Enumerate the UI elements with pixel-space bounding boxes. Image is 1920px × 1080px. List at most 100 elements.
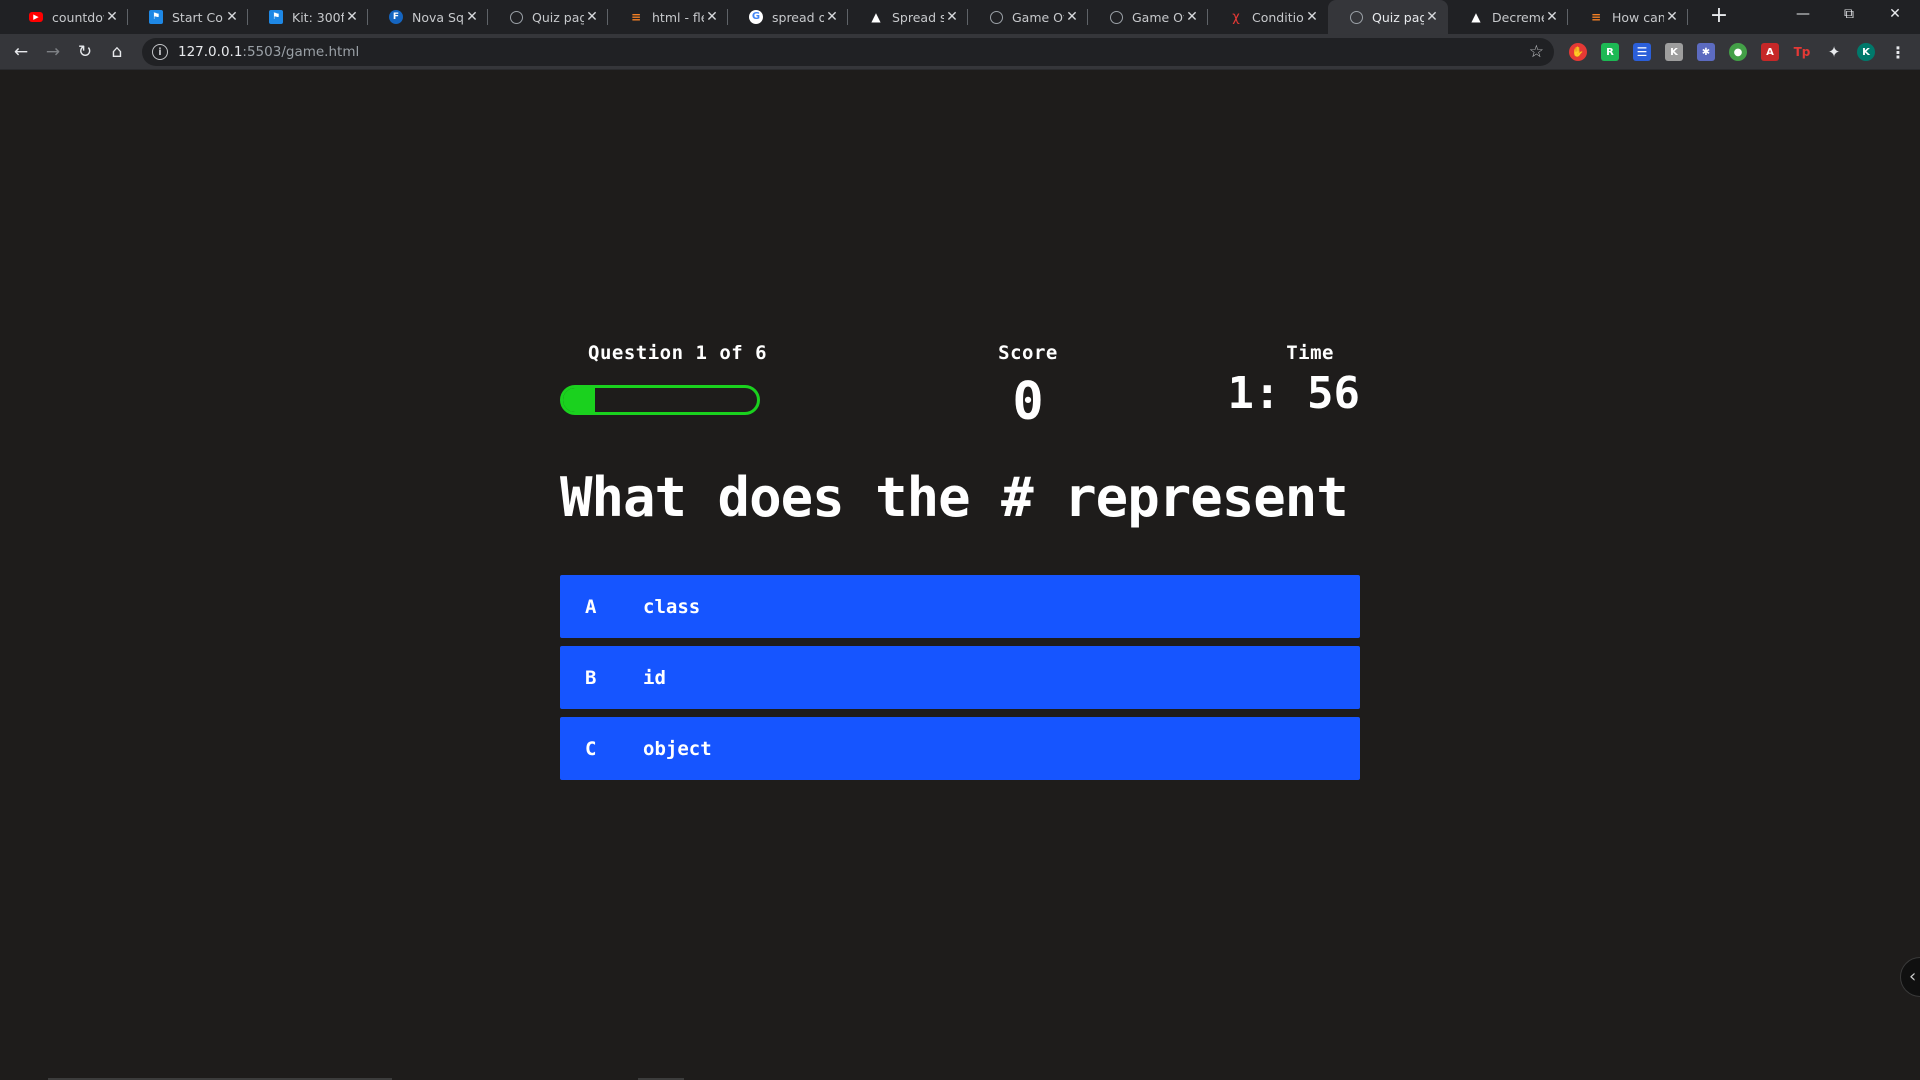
browser-tab[interactable]: ▲ Spread syn✕ <box>848 0 968 34</box>
score-label: Score <box>998 342 1058 364</box>
tab-title: countdown <box>52 9 104 25</box>
close-tab-icon[interactable]: ✕ <box>1664 9 1680 25</box>
google-icon: G <box>748 9 764 25</box>
browser-tab[interactable]: Quiz page✕ <box>488 0 608 34</box>
menu-kebab-icon[interactable]: ⋮ <box>1889 43 1907 62</box>
minimize-icon[interactable]: — <box>1780 0 1826 30</box>
stackoverflow-icon: ≡ <box>630 10 642 24</box>
extensions-puzzle-icon[interactable]: ✦ <box>1825 43 1843 61</box>
progress-bar <box>560 385 760 415</box>
address-bar[interactable]: i 127.0.0.1:5503/game.html ☆ <box>142 38 1554 66</box>
extension-green-icon[interactable]: ● <box>1729 43 1747 61</box>
browser-tab[interactable]: F Nova Squa✕ <box>368 0 488 34</box>
extension-pdf-icon[interactable]: A <box>1761 43 1779 61</box>
question-counter: Question 1 of 6 <box>588 342 768 364</box>
close-window-icon[interactable]: ✕ <box>1872 0 1918 30</box>
close-tab-icon[interactable]: ✕ <box>584 9 600 25</box>
close-tab-icon[interactable]: ✕ <box>224 9 240 25</box>
extension-tp-icon[interactable]: Tp <box>1793 43 1811 61</box>
tab-title: Game Ove <box>1132 9 1184 25</box>
extension-k-icon[interactable]: K <box>1665 43 1683 61</box>
reload-icon[interactable]: ↻ <box>72 39 98 65</box>
extension-adblock-icon[interactable]: ✋ <box>1569 43 1587 61</box>
chevron-left-icon[interactable]: ‹ <box>1900 957 1920 997</box>
tab-title: html - flex <box>652 9 704 25</box>
choice-b[interactable]: B id <box>560 646 1360 709</box>
browser-tab[interactable]: ≡ How can y✕ <box>1568 0 1688 34</box>
browser-tab[interactable]: χ Condition✕ <box>1208 0 1328 34</box>
youtube-icon: ▶ <box>28 9 44 25</box>
extension-grid-icon[interactable]: ☰ <box>1633 43 1651 61</box>
forward-icon[interactable]: → <box>40 39 66 65</box>
close-tab-icon[interactable]: ✕ <box>824 9 840 25</box>
site-info-icon[interactable]: i <box>152 44 168 60</box>
restore-icon[interactable]: ⧉ <box>1826 0 1872 30</box>
profile-avatar[interactable]: K <box>1857 43 1875 61</box>
browser-toolbar: ← → ↻ ⌂ i 127.0.0.1:5503/game.html ☆ ✋ R… <box>0 34 1920 70</box>
choice-text: object <box>643 737 712 760</box>
browser-tab[interactable]: Game Ove✕ <box>1088 0 1208 34</box>
globe-icon <box>1108 9 1124 25</box>
flag-icon: ⚑ <box>148 9 164 25</box>
home-icon[interactable]: ⌂ <box>104 39 130 65</box>
globe-icon <box>508 9 524 25</box>
choice-prefix: C <box>585 737 597 760</box>
url-path: :5503/game.html <box>242 44 360 60</box>
tab-separator <box>1687 9 1688 25</box>
close-tab-icon[interactable]: ✕ <box>344 9 360 25</box>
hud: Question 1 of 6 Score 0 Time 1: 56 <box>560 330 1360 432</box>
globe-icon <box>1348 9 1364 25</box>
close-tab-icon[interactable]: ✕ <box>464 9 480 25</box>
back-icon[interactable]: ← <box>8 39 34 65</box>
choice-prefix: B <box>585 666 597 689</box>
new-tab-button[interactable]: + <box>1706 4 1732 30</box>
tab-title: Nova Squa <box>412 9 464 25</box>
tab-title: Quiz page <box>1372 9 1424 25</box>
tab-title: Game Ove <box>1012 9 1064 25</box>
choice-list: A class B id C object <box>560 575 1360 780</box>
extension-puzzle-blue-icon[interactable]: ✱ <box>1697 43 1715 61</box>
close-tab-icon[interactable]: ✕ <box>944 9 960 25</box>
browser-tab[interactable]: ⚑ Kit: 300f3f✕ <box>248 0 368 34</box>
tab-title: spread op <box>772 9 824 25</box>
choice-a[interactable]: A class <box>560 575 1360 638</box>
close-tab-icon[interactable]: ✕ <box>704 9 720 25</box>
tab-title: Spread syn <box>892 9 944 25</box>
tab-strip: ▶countdown✕⚑Start Conf✕⚑Kit: 300f3f✕FNov… <box>0 0 1920 34</box>
browser-tab[interactable]: ≡ html - flex✕ <box>608 0 728 34</box>
browser-tab[interactable]: Gspread op✕ <box>728 0 848 34</box>
browser-tab[interactable]: Game Ove✕ <box>968 0 1088 34</box>
score-value: 0 <box>1012 372 1044 432</box>
extension-r-icon[interactable]: R <box>1601 43 1619 61</box>
globe-icon <box>988 9 1004 25</box>
close-tab-icon[interactable]: ✕ <box>1184 9 1200 25</box>
choice-text: id <box>643 666 666 689</box>
choice-text: class <box>643 595 701 618</box>
close-tab-icon[interactable]: ✕ <box>1544 9 1560 25</box>
bookmark-star-icon[interactable]: ☆ <box>1529 42 1544 62</box>
close-tab-icon[interactable]: ✕ <box>1304 9 1320 25</box>
tab-title: Condition <box>1252 9 1304 25</box>
tab-title: Kit: 300f3f <box>292 9 344 25</box>
choice-prefix: A <box>585 595 597 618</box>
close-tab-icon[interactable]: ✕ <box>104 9 120 25</box>
close-tab-icon[interactable]: ✕ <box>1424 9 1440 25</box>
time-label: Time <box>1286 342 1334 364</box>
browser-tab[interactable]: ▲ Decremen✕ <box>1448 0 1568 34</box>
grad-cap-icon: ▲ <box>871 10 881 24</box>
question-text: What does the # represent <box>560 466 1349 529</box>
tab-title: How can y <box>1612 9 1664 25</box>
choice-c[interactable]: C object <box>560 717 1360 780</box>
stackoverflow-icon: ≡ <box>1590 10 1602 24</box>
close-tab-icon[interactable]: ✕ <box>1064 9 1080 25</box>
tab-title: Decremen <box>1492 9 1544 25</box>
progress-bar-fill <box>563 388 596 412</box>
browser-tab[interactable]: ▶ countdown✕ <box>8 0 128 34</box>
tab-title: Quiz page <box>532 9 584 25</box>
flag-icon: ⚑ <box>268 9 284 25</box>
browser-tab[interactable]: ⚑ Start Conf✕ <box>128 0 248 34</box>
browser-tab[interactable]: Quiz page✕ <box>1328 0 1448 34</box>
grad-cap-icon: ▲ <box>1471 10 1481 24</box>
url-host: 127.0.0.1 <box>178 44 243 60</box>
person-icon: χ <box>1232 9 1240 25</box>
